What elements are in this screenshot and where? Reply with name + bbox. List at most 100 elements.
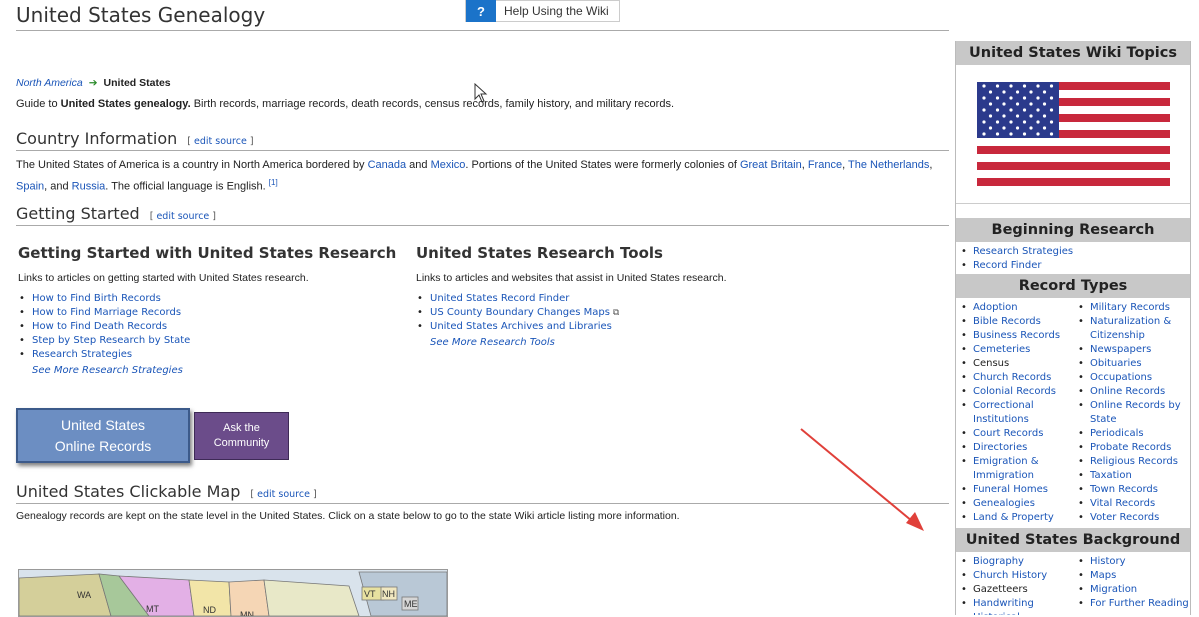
sidebar-link[interactable]: Land & Property	[956, 511, 1073, 525]
sidebar-link[interactable]: Census	[956, 357, 1073, 371]
edit-source-link[interactable]: edit source	[257, 489, 310, 500]
sidebar-link[interactable]: Migration	[1073, 583, 1190, 597]
country-information-heading: Country Information[ edit source ]	[16, 129, 254, 148]
breadcrumb-arrow-icon: ➔	[88, 77, 98, 89]
map-description: Genealogy records are kept on the state …	[16, 510, 680, 522]
list-item[interactable]: How to Find Death Records	[16, 320, 190, 334]
breadcrumb-north-america[interactable]: North America	[16, 77, 83, 89]
see-more-research-strategies-link[interactable]: See More Research Strategies	[16, 364, 190, 378]
sidebar-link[interactable]: Gazetteers	[956, 583, 1073, 597]
state-me[interactable]: ME	[404, 599, 418, 609]
external-link-icon: ⧉	[609, 308, 620, 318]
state-mt[interactable]: MT	[146, 604, 159, 614]
record-types-columns: AdoptionBible RecordsBusiness RecordsCem…	[956, 298, 1190, 525]
breadcrumb: North America ➔ United States	[16, 77, 171, 89]
help-using-wiki-button[interactable]: ? Help Using the Wiki	[465, 0, 620, 22]
sidebar-link[interactable]: Military Records	[1073, 301, 1190, 315]
list-item[interactable]: How to Find Birth Records	[16, 292, 190, 306]
sidebar-link[interactable]: Biography	[956, 555, 1073, 569]
sidebar-link[interactable]: Adoption	[956, 301, 1073, 315]
breadcrumb-current: United States	[103, 77, 171, 89]
background-columns: BiographyChurch HistoryGazetteersHandwri…	[956, 552, 1190, 615]
edit-source-link[interactable]: edit source	[156, 211, 209, 222]
sidebar-link[interactable]: Newspapers	[1073, 343, 1190, 357]
sidebar-link[interactable]: Bible Records	[956, 315, 1073, 329]
beginning-research-header: Beginning Research	[956, 218, 1190, 242]
us-flag-icon	[976, 82, 1170, 186]
sidebar-link[interactable]: Record Finder	[956, 259, 1190, 273]
sidebar-link[interactable]: Church History	[956, 569, 1073, 583]
sidebar-link[interactable]: Religious Records	[1073, 455, 1190, 469]
list-item[interactable]: United States Archives and Libraries	[414, 320, 619, 334]
background-col2: HistoryMapsMigrationFor Further Reading	[1073, 555, 1190, 615]
sidebar-link[interactable]: History	[1073, 555, 1190, 569]
background-col1: BiographyChurch HistoryGazetteersHandwri…	[956, 555, 1073, 615]
list-item[interactable]: US County Boundary Changes Maps ⧉	[414, 306, 619, 320]
sidebar-link[interactable]: Directories	[956, 441, 1073, 455]
help-icon: ?	[466, 0, 496, 22]
list-item[interactable]: United States Record Finder	[414, 292, 619, 306]
sidebar-link[interactable]: Probate Records	[1073, 441, 1190, 455]
us-background-header: United States Background	[956, 528, 1190, 552]
sidebar-link[interactable]: Taxation	[1073, 469, 1190, 483]
russia-link[interactable]: Russia	[72, 181, 106, 193]
sidebar-link[interactable]: Online Records	[1073, 385, 1190, 399]
sidebar-link[interactable]: Occupations	[1073, 371, 1190, 385]
help-label: Help Using the Wiki	[504, 4, 609, 18]
list-item[interactable]: How to Find Marriage Records	[16, 306, 190, 320]
section-divider	[16, 503, 949, 504]
sidebar-link[interactable]: Correctional Institutions	[956, 399, 1073, 427]
great-britain-link[interactable]: Great Britain	[740, 159, 802, 171]
sidebar-link[interactable]: Maps	[1073, 569, 1190, 583]
state-vt[interactable]: VT	[364, 589, 376, 599]
sidebar-link[interactable]: Town Records	[1073, 483, 1190, 497]
sidebar-link[interactable]: Research Strategies	[956, 245, 1190, 259]
list-item[interactable]: Step by Step Research by State	[16, 334, 190, 348]
sidebar-link[interactable]: Periodicals	[1073, 427, 1190, 441]
sidebar-link[interactable]: Historical Geography	[956, 611, 1073, 615]
see-more-research-tools-link[interactable]: See More Research Tools	[414, 336, 619, 350]
sidebar-link[interactable]: Colonial Records	[956, 385, 1073, 399]
sidebar-link[interactable]: Genealogies	[956, 497, 1073, 511]
research-links-list: How to Find Birth Records How to Find Ma…	[16, 292, 190, 378]
sidebar-link[interactable]: Obituaries	[1073, 357, 1190, 371]
research-description: Links to articles on getting started wit…	[18, 272, 309, 284]
sidebar-link[interactable]: Voter Records	[1073, 511, 1190, 525]
ask-community-button[interactable]: Ask the Community	[194, 412, 289, 460]
record-types-col2: Military RecordsNaturalization & Citizen…	[1073, 301, 1190, 525]
canada-link[interactable]: Canada	[368, 159, 407, 171]
state-wa[interactable]: WA	[77, 590, 91, 600]
list-item[interactable]: Research Strategies	[16, 348, 190, 362]
sidebar-link[interactable]: Business Records	[956, 329, 1073, 343]
research-tools-heading: United States Research Tools	[416, 244, 663, 262]
netherlands-link[interactable]: The Netherlands	[848, 159, 929, 171]
sidebar-link[interactable]: Court Records	[956, 427, 1073, 441]
sidebar-link[interactable]: For Further Reading	[1073, 597, 1190, 611]
france-link[interactable]: France	[808, 159, 842, 171]
edit-source-link[interactable]: edit source	[194, 136, 247, 147]
tools-links-list: United States Record Finder US County Bo…	[414, 292, 619, 350]
section-divider	[16, 225, 949, 226]
wiki-topics-sidebar: United States Wiki Topics Beginning Rese…	[955, 41, 1191, 615]
online-records-button[interactable]: United States Online Records	[16, 408, 190, 463]
record-types-col1: AdoptionBible RecordsBusiness RecordsCem…	[956, 301, 1073, 525]
clickable-map-heading: United States Clickable Map[ edit source…	[16, 482, 317, 501]
intro-text: Guide to United States genealogy. Birth …	[16, 98, 674, 110]
state-mn[interactable]: MN	[240, 610, 254, 616]
tools-description: Links to articles and websites that assi…	[416, 272, 727, 284]
spain-link[interactable]: Spain	[16, 181, 44, 193]
sidebar-link[interactable]: Emigration & Immigration	[956, 455, 1073, 483]
sidebar-link[interactable]: Church Records	[956, 371, 1073, 385]
mexico-link[interactable]: Mexico	[431, 159, 466, 171]
reference-link[interactable]: [1]	[269, 178, 278, 187]
sidebar-link[interactable]: Online Records by State	[1073, 399, 1190, 427]
beginning-research-list: Research Strategies Record Finder	[956, 242, 1190, 273]
us-clickable-map[interactable]: WA MT ND MN VT NH ME	[18, 569, 448, 617]
state-nd[interactable]: ND	[203, 605, 216, 615]
sidebar-link[interactable]: Cemeteries	[956, 343, 1073, 357]
sidebar-link[interactable]: Handwriting	[956, 597, 1073, 611]
state-nh[interactable]: NH	[382, 589, 395, 599]
sidebar-link[interactable]: Vital Records	[1073, 497, 1190, 511]
sidebar-link[interactable]: Funeral Homes	[956, 483, 1073, 497]
sidebar-link[interactable]: Naturalization & Citizenship	[1073, 315, 1190, 343]
